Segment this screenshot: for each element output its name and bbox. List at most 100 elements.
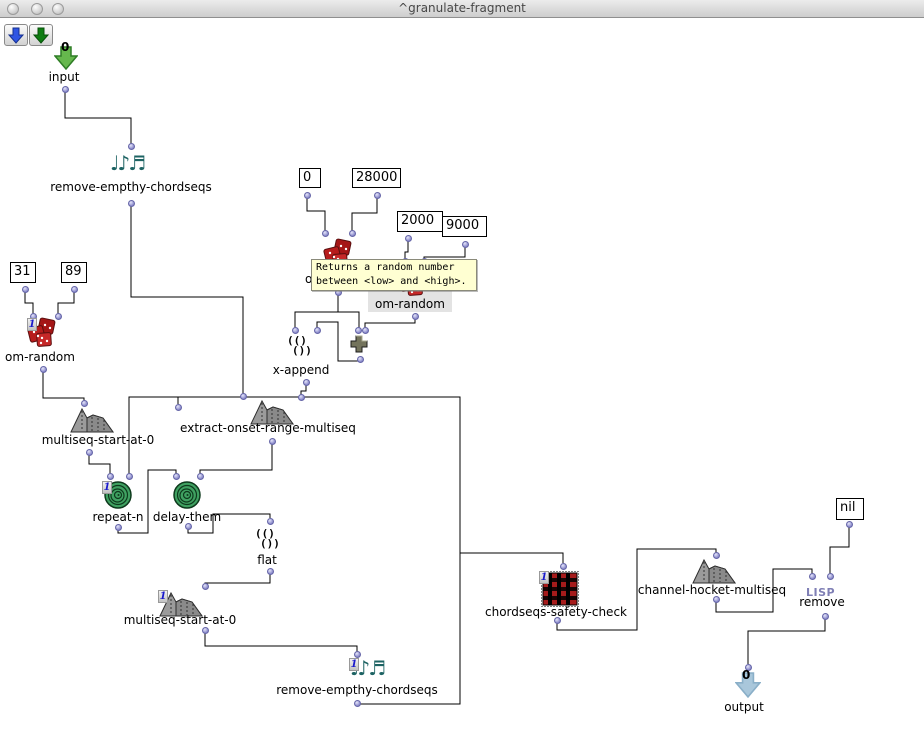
- outlet-dot[interactable]: [713, 596, 720, 603]
- patch-cord[interactable]: [205, 574, 270, 584]
- outlet-dot[interactable]: [128, 200, 135, 207]
- loop-icon[interactable]: [172, 480, 202, 510]
- node-label-om-random-3: om-random: [0, 350, 150, 364]
- inlet-dot[interactable]: [827, 573, 834, 580]
- outlet-dot[interactable]: [405, 235, 412, 242]
- outlet-dot[interactable]: [40, 366, 47, 373]
- patch-cord[interactable]: [307, 198, 325, 231]
- inlet-dot[interactable]: [197, 473, 204, 480]
- outlet-dot[interactable]: [71, 286, 78, 293]
- outlet-dot[interactable]: [202, 627, 209, 634]
- inlet-dot[interactable]: [292, 327, 299, 334]
- plus-icon[interactable]: [349, 334, 369, 354]
- node-label-remove-lisp: remove: [712, 595, 924, 609]
- notes-icon[interactable]: ♩♪♬: [110, 150, 150, 178]
- inlet-dot[interactable]: [362, 327, 369, 334]
- eval-badge: 0: [61, 40, 69, 54]
- outlet-dot[interactable]: [115, 524, 122, 531]
- patch-icon[interactable]: [692, 558, 734, 582]
- patch-cord[interactable]: [405, 241, 408, 259]
- outlet-dot[interactable]: [462, 241, 469, 248]
- patch-cord[interactable]: [352, 198, 377, 231]
- outlet-dot[interactable]: [822, 613, 829, 620]
- node-label-flat: flat: [157, 553, 377, 567]
- list-icon[interactable]: (()()): [287, 336, 315, 360]
- inlet-dot[interactable]: [354, 651, 361, 658]
- node-numbox-2000[interactable]: 2000: [397, 211, 443, 232]
- patch-cord[interactable]: [58, 292, 74, 314]
- inlet-dot[interactable]: [809, 573, 816, 580]
- inlet-dot[interactable]: [322, 230, 329, 237]
- inlet-dot[interactable]: [128, 143, 135, 150]
- node-label-multiseq-start-at-0-2: multiseq-start-at-0: [70, 613, 290, 627]
- outlet-dot[interactable]: [269, 438, 276, 445]
- node-label-multiseq-start-at-0-1: multiseq-start-at-0: [0, 433, 208, 447]
- patch-cord[interactable]: [424, 247, 465, 259]
- inlet-dot[interactable]: [267, 518, 274, 525]
- outlet-dot[interactable]: [554, 617, 561, 624]
- outlet-dot[interactable]: [86, 449, 93, 456]
- tooltip-line1: Returns a random number: [316, 261, 472, 275]
- outlet-dot[interactable]: [412, 313, 419, 320]
- patch-cord[interactable]: [43, 372, 84, 401]
- inlet-dot[interactable]: [713, 552, 720, 559]
- lisp-icon[interactable]: LISP: [806, 581, 842, 594]
- patch-wires: [0, 0, 924, 742]
- patch-cord[interactable]: [748, 619, 825, 664]
- node-numbox-0[interactable]: 0: [299, 168, 321, 188]
- inlet-dot[interactable]: [55, 313, 62, 320]
- node-numbox-28000[interactable]: 28000: [352, 168, 401, 188]
- patch-cord[interactable]: [365, 319, 415, 328]
- eval-badge: 1: [102, 481, 112, 494]
- node-numbox-89[interactable]: 89: [61, 262, 87, 283]
- eval-badge: 1: [27, 318, 37, 331]
- tooltip: Returns a random number between <low> an…: [311, 259, 477, 291]
- outlet-dot[interactable]: [185, 523, 192, 530]
- outlet-dot[interactable]: [267, 568, 274, 575]
- patch-window: ^granulate-fragment 0input♩♪♬remove-empt…: [0, 0, 924, 742]
- inlet-dot[interactable]: [240, 393, 247, 400]
- patch-cord[interactable]: [200, 444, 272, 474]
- patch-cord[interactable]: [205, 633, 357, 652]
- node-numbox-9000[interactable]: 9000: [442, 216, 487, 237]
- patch-cord[interactable]: [338, 312, 359, 328]
- outlet-dot[interactable]: [354, 700, 361, 707]
- outlet-dot[interactable]: [304, 192, 311, 199]
- inlet-dot[interactable]: [202, 583, 209, 590]
- patch-cord[interactable]: [25, 292, 33, 314]
- inlet-dot[interactable]: [349, 230, 356, 237]
- inlet-dot[interactable]: [126, 473, 133, 480]
- inlet-dot[interactable]: [355, 327, 362, 334]
- tooltip-line2: between <low> and <high>.: [316, 275, 472, 289]
- list-icon[interactable]: (()()): [255, 529, 281, 551]
- inlet-dot[interactable]: [81, 400, 88, 407]
- outlet-dot[interactable]: [62, 86, 69, 93]
- patch-cord[interactable]: [65, 92, 131, 144]
- patch-cord[interactable]: [830, 527, 849, 574]
- node-label-remove-empthy-chordseqs-1: remove-empthy-chordseqs: [21, 180, 241, 194]
- node-numbox-31[interactable]: 31: [10, 262, 36, 283]
- node-numbox-nil[interactable]: nil: [836, 498, 864, 520]
- outlet-dot[interactable]: [374, 192, 381, 199]
- patch-cord[interactable]: [460, 553, 563, 563]
- inlet-dot[interactable]: [175, 404, 182, 411]
- patch-cord[interactable]: [89, 455, 110, 474]
- inlet-dot[interactable]: [314, 327, 321, 334]
- inlet-dot[interactable]: [173, 473, 180, 480]
- inlet-dot[interactable]: [107, 473, 114, 480]
- patch-icon[interactable]: [250, 399, 294, 423]
- node-label-input: input: [0, 70, 174, 84]
- eval-badge: 1: [539, 571, 549, 584]
- eval-badge: 1: [158, 590, 168, 603]
- outlet-dot[interactable]: [303, 379, 310, 386]
- node-label-output: output: [634, 700, 854, 714]
- node-label-x-append: x-append: [191, 363, 411, 377]
- inlet-dot[interactable]: [298, 394, 305, 401]
- node-label-remove-empthy-chordseqs-2: remove-empthy-chordseqs: [247, 683, 467, 697]
- outlet-dot[interactable]: [22, 286, 29, 293]
- outlet-dot[interactable]: [846, 521, 853, 528]
- patch-icon[interactable]: [70, 407, 114, 432]
- inlet-dot[interactable]: [560, 563, 567, 570]
- eval-badge: 0: [742, 668, 750, 682]
- outlet-dot[interactable]: [357, 356, 364, 363]
